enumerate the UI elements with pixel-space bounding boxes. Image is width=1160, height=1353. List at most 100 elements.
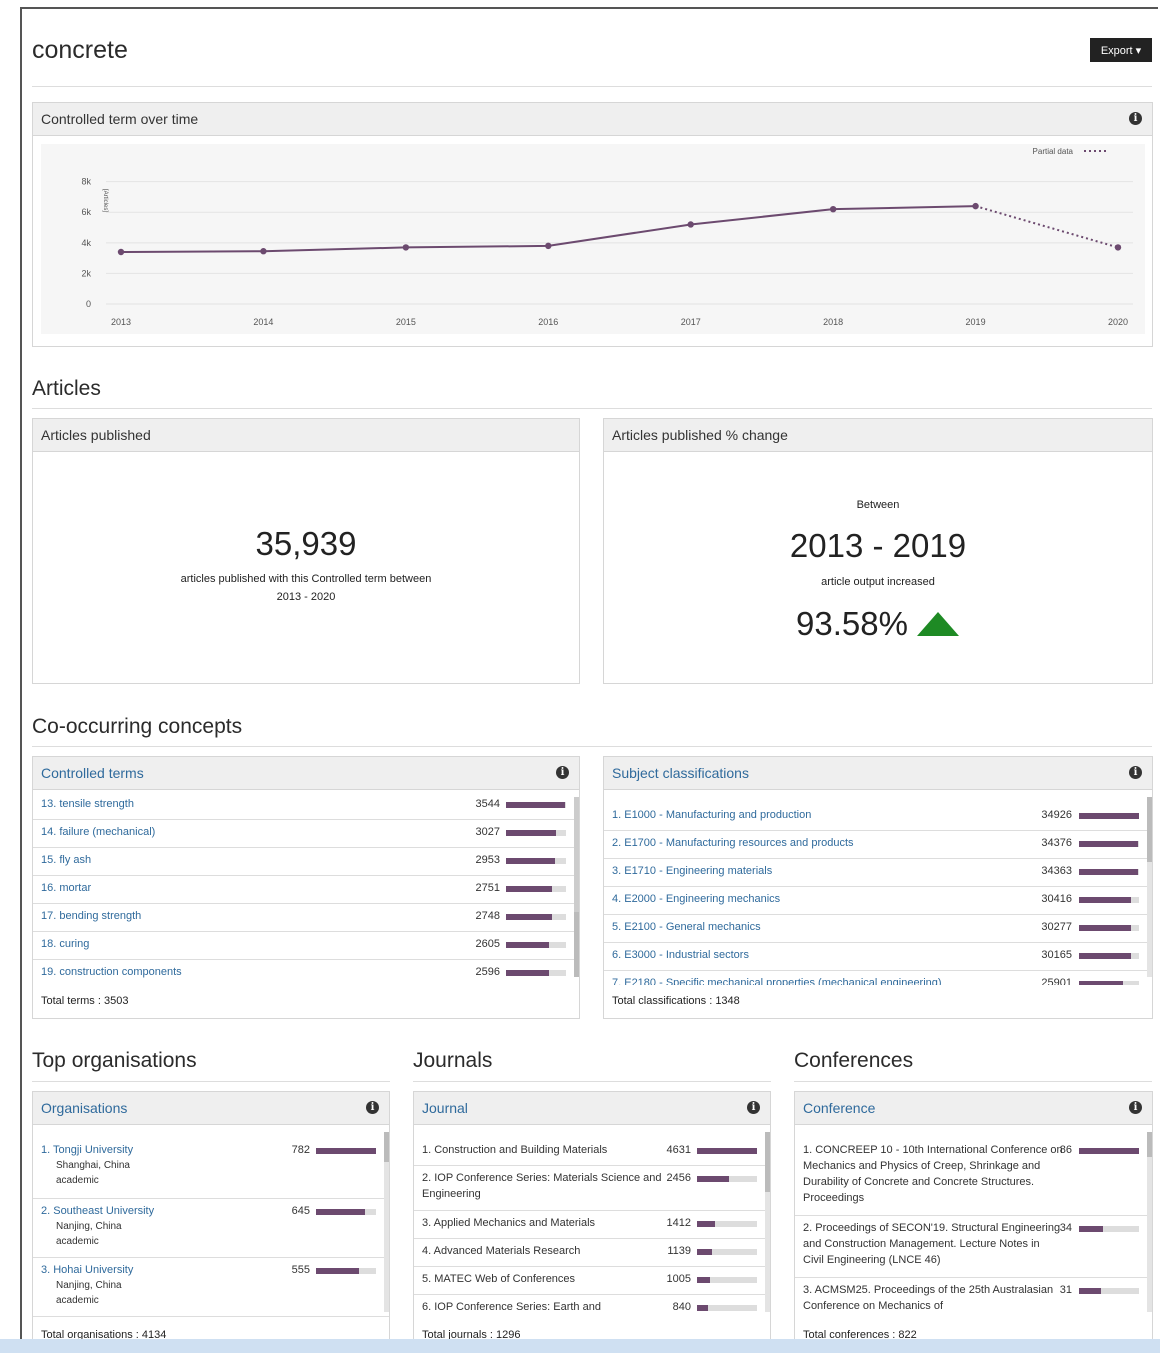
organisations-header[interactable]: Organisations i [33,1092,389,1125]
x-tick-label: 2016 [538,317,558,327]
scroll-thumb[interactable] [1147,1132,1152,1157]
item-count: 1005 [666,1273,691,1285]
item-label[interactable]: 5. MATEC Web of Conferences [422,1271,662,1287]
item-location: Shanghai, China academic [56,1158,130,1188]
articles-count: 35,939 [255,525,357,562]
item-label[interactable]: 7. E2180 - Specific mechanical propertie… [612,975,1032,985]
item-label[interactable]: 1. E1000 - Manufacturing and production [612,807,1032,823]
item-label[interactable]: 3. Hohai University [41,1262,281,1278]
list-item[interactable]: 4. Advanced Materials Research 1139 [414,1239,770,1267]
list-item[interactable]: 2. IOP Conference Series: Materials Scie… [414,1166,770,1211]
journals-title[interactable]: Journal [422,1100,468,1116]
list-item[interactable]: 2. Proceedings of SECON'19. Structural E… [795,1216,1152,1278]
list-item[interactable]: 18. curing 2605 [33,932,579,960]
change-caption: article output increased [821,576,935,588]
list-item[interactable]: 3. Applied Mechanics and Materials 1412 [414,1211,770,1239]
scroll-thumb[interactable] [384,1132,389,1162]
orgs-divider [32,1081,390,1082]
trend-chart: 0 2k 4k 6k 8k [Articles] 2013 2014 2015 2016 2017 2… [41,144,1145,334]
item-label[interactable]: 14. failure (mechanical) [41,824,441,840]
conferences-scrollbar[interactable] [1147,1132,1152,1312]
list-item[interactable]: 3. ACMSM25. Proceedings of the 25th Aust… [795,1278,1152,1318]
organisations-title[interactable]: Organisations [41,1100,127,1116]
scroll-thumb[interactable] [574,912,579,977]
subject-classifications-title[interactable]: Subject classifications [612,765,749,781]
item-label[interactable]: 18. curing [41,936,441,952]
info-icon[interactable]: i [747,1101,760,1114]
info-icon[interactable]: i [366,1101,379,1114]
scroll-thumb[interactable] [1147,797,1152,862]
articles-published-title: Articles published [41,427,151,443]
list-item[interactable]: 3. E1710 - Engineering materials 34363 [604,859,1152,887]
item-label[interactable]: 6. IOP Conference Series: Earth and Envi… [422,1299,662,1318]
articles-change-panel: Articles published % change Between 2013… [603,418,1153,684]
list-item[interactable]: 4. E2000 - Engineering mechanics 30416 [604,887,1152,915]
subject-classifications-header[interactable]: Subject classifications i [604,757,1152,790]
bar-fill [697,1277,711,1283]
list-item[interactable]: 6. IOP Conference Series: Earth and Envi… [414,1295,770,1318]
journals-panel: Journal i 1. Construction and Building M… [413,1091,771,1353]
item-count: 30165 [1041,949,1072,961]
item-label[interactable]: 2. Proceedings of SECON'19. Structural E… [803,1220,1063,1268]
list-item[interactable]: 13. tensile strength 3544 [33,792,579,820]
list-item[interactable]: 14. failure (mechanical) 3027 [33,820,579,848]
list-item[interactable]: 15. fly ash 2953 [33,848,579,876]
articles-change-title: Articles published % change [612,427,788,443]
conferences-header[interactable]: Conference i [795,1092,1152,1125]
controlled-terms-title[interactable]: Controlled terms [41,765,144,781]
journals-scrollbar[interactable] [765,1132,770,1312]
list-item[interactable]: 16. mortar 2751 [33,876,579,904]
list-item[interactable]: 1. E1000 - Manufacturing and production 3… [604,803,1152,831]
list-item[interactable]: 19. construction components 2596 [33,960,579,984]
item-count: 3544 [475,798,500,810]
journals-divider [413,1081,771,1082]
list-item[interactable]: 1. Construction and Building Materials 46… [414,1138,770,1166]
list-item[interactable]: 1. Tongji University Shanghai, China acade… [33,1138,389,1199]
info-icon[interactable]: i [1129,112,1142,125]
change-range: 2013 - 2019 [789,527,967,564]
bar-fill [697,1305,708,1311]
controlled-terms-scrollbar[interactable] [574,797,579,977]
scroll-thumb[interactable] [765,1132,770,1192]
x-tick-label: 2019 [966,317,986,327]
item-label[interactable]: 3. Applied Mechanics and Materials [422,1215,662,1231]
item-label[interactable]: 15. fly ash [41,852,441,868]
item-label[interactable]: 2. IOP Conference Series: Materials Scie… [422,1170,662,1202]
item-label[interactable]: 2. Southeast University [41,1203,281,1219]
item-label[interactable]: 3. E1710 - Engineering materials [612,863,1032,879]
item-label[interactable]: 16. mortar [41,880,441,896]
item-location: Nanjing, China academic [56,1219,122,1249]
item-count: 1139 [667,1245,691,1257]
subject-classifications-scrollbar[interactable] [1147,797,1152,977]
list-item[interactable]: 1. CONCREEP 10 - 10th International Conf… [795,1138,1152,1216]
item-label[interactable]: 13. tensile strength [41,796,441,812]
item-label[interactable]: 19. construction components [41,964,441,980]
journals-header[interactable]: Journal i [414,1092,770,1125]
export-button[interactable]: Export ▾ [1090,38,1152,62]
item-label[interactable]: 2. E1700 - Manufacturing resources and p… [612,835,1032,851]
list-item[interactable]: 5. MATEC Web of Conferences 1005 [414,1267,770,1295]
list-item[interactable]: 5. E2100 - General mechanics 30277 [604,915,1152,943]
item-label[interactable]: 1. Construction and Building Materials [422,1142,662,1158]
list-item[interactable]: 7. E2180 - Specific mechanical propertie… [604,971,1152,985]
list-item[interactable]: 2. E1700 - Manufacturing resources and p… [604,831,1152,859]
item-label[interactable]: 5. E2100 - General mechanics [612,919,1032,935]
info-icon[interactable]: i [1129,1101,1142,1114]
list-item[interactable]: 3. Hohai University Nanjing, China academi… [33,1258,389,1317]
organisations-scrollbar[interactable] [384,1132,389,1312]
info-icon[interactable]: i [556,766,569,779]
item-label[interactable]: 4. Advanced Materials Research [422,1243,662,1259]
item-label[interactable]: 6. E3000 - Industrial sectors [612,947,1032,963]
list-item[interactable]: 17. bending strength 2748 [33,904,579,932]
info-icon[interactable]: i [1129,766,1142,779]
item-count: 34363 [1041,865,1072,877]
list-item[interactable]: 2. Southeast University Nanjing, China aca… [33,1199,389,1258]
item-label[interactable]: 17. bending strength [41,908,441,924]
item-label[interactable]: 4. E2000 - Engineering mechanics [612,891,1032,907]
item-label[interactable]: 1. Tongji University [41,1142,281,1158]
conferences-title[interactable]: Conference [803,1100,875,1116]
controlled-terms-header[interactable]: Controlled terms i [33,757,579,790]
item-label[interactable]: 1. CONCREEP 10 - 10th International Conf… [803,1142,1063,1206]
item-label[interactable]: 3. ACMSM25. Proceedings of the 25th Aust… [803,1282,1063,1314]
list-item[interactable]: 6. E3000 - Industrial sectors 30165 [604,943,1152,971]
